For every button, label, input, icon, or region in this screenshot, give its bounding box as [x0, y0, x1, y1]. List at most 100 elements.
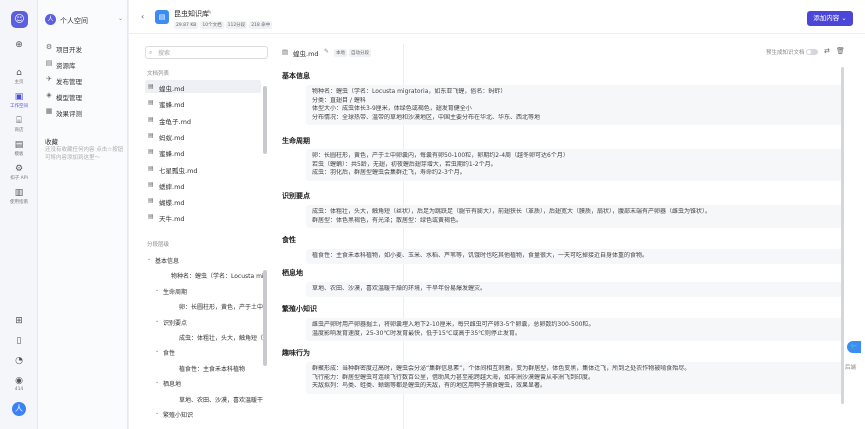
knowledge-base-icon: ▤	[155, 10, 169, 24]
tree-node-label: 繁殖小知识	[163, 412, 194, 419]
file-name: 蜜蜂.md	[159, 150, 185, 159]
sidebar-item-library[interactable]: ▤ 资源库	[45, 58, 125, 70]
sidebar-item-publish[interactable]: ✈ 发布管理	[45, 74, 125, 86]
edit-icon[interactable]: ✎	[324, 48, 329, 55]
chevron-down-icon: ⌄	[155, 410, 160, 416]
file-name: 七星瓢虫.md	[159, 166, 198, 175]
tree-node[interactable]: 卵：长圆柱形，黄色，产于土中卵囊内，每囊有卵50-100粒	[171, 300, 263, 312]
content-line: 成虫：羽化后，群居型蝗虫会集群迁飞，寿命约2-3个月。	[312, 169, 466, 176]
edit-icon[interactable]: ✎	[207, 9, 212, 16]
float-label: 后端	[845, 365, 857, 371]
space-switcher[interactable]: 人 个人空间 ⌄	[45, 14, 123, 26]
chevron-down-icon: ⌄	[155, 317, 160, 324]
section-title: 食性	[282, 236, 296, 244]
kb-doc-count: 10个文档	[200, 21, 224, 29]
tree-node-label: 栖息地	[163, 381, 182, 389]
kb-meta: 29.87 KB 10个文档 112分段 218 命中	[174, 20, 274, 29]
tree-node-label: 基本信息	[155, 258, 180, 265]
file-list-item[interactable]: ▤ 七星瓢虫.md	[145, 162, 261, 175]
rail-store-label: 商店	[14, 128, 24, 133]
sidebar-item-model[interactable]: ◈ 模型管理	[45, 90, 125, 102]
user-avatar[interactable]: 人	[12, 402, 26, 416]
search-box[interactable]: ⌕	[145, 46, 268, 59]
file-name: 蝴蝶.md	[159, 199, 185, 208]
doc-list-title: 文档列表	[147, 71, 170, 77]
sidebar-item-project[interactable]: ⚙ 项目开发	[45, 42, 125, 54]
tree-node[interactable]: ⌄ 基本信息	[147, 254, 263, 266]
rail-template[interactable]: ▤ 模板	[0, 140, 38, 157]
file-list-item[interactable]: ▤ 金龟子.md	[145, 113, 261, 126]
file-name: 蚂蚁.md	[159, 133, 185, 142]
home-icon: ⌂	[16, 68, 22, 78]
tree-node[interactable]: 植食性：主食禾本科植物	[171, 362, 263, 374]
file-list-item[interactable]: ▤ 蟋蟀.md	[145, 178, 261, 191]
file-name: 蝗虫.md	[159, 85, 185, 93]
chevron-down-icon: ⌄	[155, 379, 160, 386]
rail-home[interactable]: ⌂ 主页	[0, 68, 38, 85]
tree-node-label: 成虫：体粗壮，头大，触角短（丝状），后足为跳跃足	[179, 335, 263, 342]
rail-store[interactable]: ⌸ 商店	[0, 116, 38, 133]
coze-logo-icon[interactable]: ☺	[11, 11, 28, 28]
assistant-bird-icon[interactable]: 🐦	[847, 341, 861, 353]
rail-doc[interactable]: ▯	[0, 336, 38, 346]
favorites-empty-text: 还没有收藏任何内容 点击☆按钮可将内容添加到这里～	[45, 147, 124, 161]
file-list-item[interactable]: ▤ 天牛.md	[145, 210, 261, 223]
tree-node[interactable]: ⌄ 生命周期	[155, 285, 263, 297]
section-title: 基本信息	[282, 72, 310, 80]
tree-node-label: 食性	[163, 350, 176, 358]
section-content: 群聚形成：当种群密度过高时，蝗虫会分泌“集群信息素”，个体间相互刺激，变为群居型…	[306, 362, 844, 394]
content-line: 温度影响发育速度，25-30℃时发育最快，低于15℃或高于35℃则停止发育。	[312, 329, 521, 337]
tree-title: 分段层级	[147, 242, 170, 248]
tree-node-label: 生命周期	[163, 288, 188, 296]
rail-apps[interactable]: ⊞	[0, 316, 38, 326]
rail-workspace[interactable]: ▣ 工作空间	[0, 92, 38, 109]
plus-circle-icon: ⊕	[15, 40, 23, 50]
tree-node-label: 草地、农田、沙漠，喜欢温暖干燥的环境	[179, 396, 263, 404]
rail-create[interactable]: ⊕	[0, 40, 38, 50]
chevron-down-icon: ⌄	[117, 15, 123, 22]
chevron-down-icon: ⌄	[155, 348, 160, 355]
tree-node[interactable]: 草地、农田、沙漠，喜欢温暖干燥的环境	[171, 393, 263, 405]
rail-docs[interactable]: ▥ 使用指南	[0, 188, 38, 205]
file-list-item[interactable]: ▤ 蜜蜂.md	[145, 96, 261, 109]
search-input[interactable]	[158, 49, 263, 57]
rail-notifications[interactable]: ◔	[0, 356, 38, 366]
tree-node[interactable]: ⌄ 食性	[155, 346, 263, 358]
file-list-item[interactable]: ▤ 蚂蚁.md	[145, 129, 261, 142]
file-icon: ▤	[148, 148, 154, 156]
tree-node[interactable]: ⌄ 栖息地	[155, 377, 263, 389]
section-content: 植食性：主食禾本科植物，如小麦、玉米、水稻、芦苇等，饥饿时也吃其他植物，食量很大…	[306, 249, 844, 264]
tree-scrollbar[interactable]	[263, 270, 267, 366]
add-content-label: 添加内容	[813, 14, 840, 22]
sidebar-item-evaluate[interactable]: ▦ 效果评测	[45, 106, 125, 118]
sidebar-item-label: 模型管理	[56, 94, 82, 102]
docs-icon: ▥	[14, 188, 24, 198]
refresh-icon[interactable]: ⇄	[824, 47, 830, 55]
add-content-button[interactable]: 添加内容 ⌄	[807, 11, 853, 26]
tree-node[interactable]: ⌄ 识别要点	[155, 316, 263, 328]
rail-template-label: 模板	[14, 152, 24, 157]
file-icon: ▤	[148, 131, 154, 139]
section-content: 卵：长圆柱形，黄色，产于土中卵囊内，每囊有卵50-100粒，卵期约2-4周（越冬…	[306, 149, 844, 181]
document-header: ▤ 蝗虫.md ✎ 本地 自动分段 预生成知识文档 ⇄ 🗑	[276, 44, 849, 60]
file-list-scrollbar[interactable]	[263, 86, 267, 154]
delete-icon[interactable]: 🗑	[836, 47, 845, 55]
tree-node[interactable]: 物种名：蝗虫（学名：Locusta migratoria，如东亚飞蝗，俗名：蚂蚱…	[163, 269, 263, 281]
file-list-item[interactable]: ▤ 蝴蝶.md	[145, 194, 261, 207]
rail-credits[interactable]: ◉ 414	[0, 376, 38, 392]
tree-node[interactable]: 成虫：体粗壮，头大，触角短（丝状），后足为跳跃足	[171, 331, 263, 343]
content-line: 成虫：体粗壮，头大，触角短（丝状），后足为跳跃足（腿节有膨大），前翅狭长（革质）…	[312, 208, 712, 215]
file-list-item[interactable]: ▤ 蝗虫.md	[145, 80, 261, 93]
document-file-name: 蝗虫.md	[293, 50, 319, 58]
file-name: 天牛.md	[159, 215, 185, 224]
back-icon[interactable]: ‹	[141, 12, 144, 21]
file-list-item[interactable]: ▤ 蜜蜂.md	[145, 145, 261, 158]
api-icon: ⚙	[14, 164, 24, 174]
document-scrollbar[interactable]	[841, 67, 844, 404]
pregen-toggle[interactable]	[806, 49, 818, 55]
section-content: 雌虫产卵时用产卵器掘土，将卵囊埋入地下2-10厘米，每只雌虫可产卵3-5个卵囊，…	[306, 318, 844, 341]
tree-node[interactable]: ⌄ 繁殖小知识	[155, 408, 263, 420]
store-icon: ⌸	[16, 116, 22, 126]
content-line: 雌虫产卵时用产卵器掘土，将卵囊埋入地下2-10厘米，每只雌虫可产卵3-5个卵囊，…	[312, 321, 595, 328]
rail-api[interactable]: ⚙ 扣子 API	[0, 164, 38, 181]
